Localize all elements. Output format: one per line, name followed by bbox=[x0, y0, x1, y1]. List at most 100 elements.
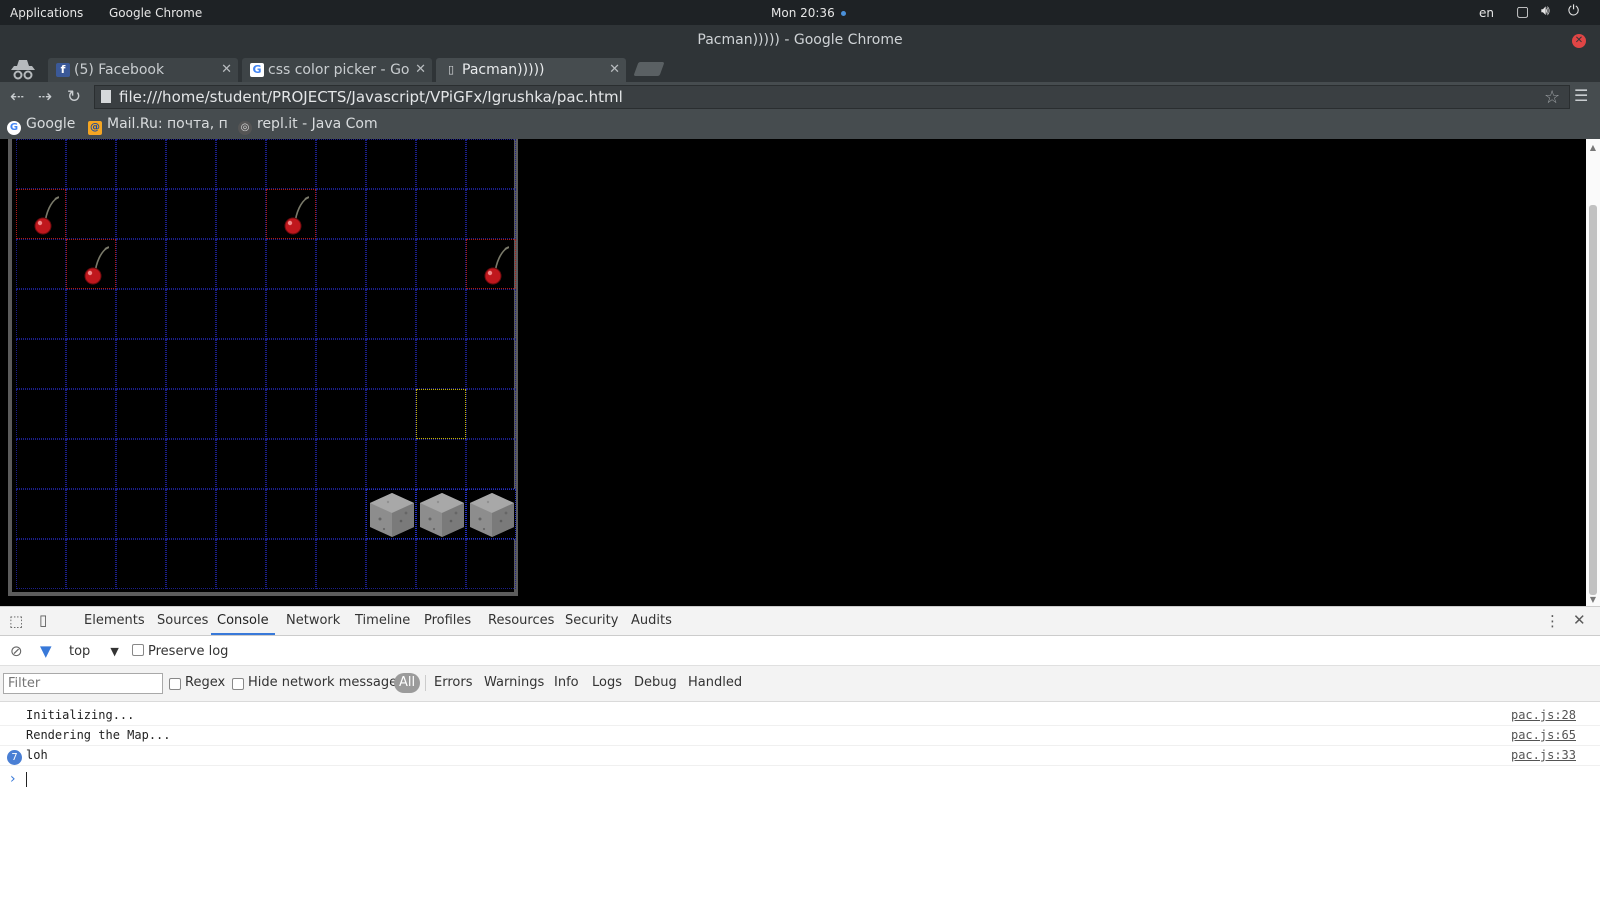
game-board[interactable] bbox=[8, 139, 518, 596]
console-toolbar bbox=[0, 636, 1600, 666]
tab-close-icon[interactable]: ✕ bbox=[221, 58, 232, 82]
grid-cell bbox=[366, 139, 416, 189]
chrome-menu-icon[interactable]: ☰ bbox=[1574, 86, 1588, 105]
new-tab-button[interactable] bbox=[633, 62, 665, 76]
tab-console[interactable]: Console bbox=[211, 607, 275, 635]
console-source-link[interactable]: pac.js:28 bbox=[1511, 708, 1576, 722]
console-input[interactable] bbox=[26, 772, 27, 787]
grid-cell bbox=[416, 239, 466, 289]
app-menu[interactable]: Google Chrome bbox=[109, 6, 202, 20]
tab-elements[interactable]: Elements bbox=[84, 607, 145, 635]
grid-cell bbox=[416, 289, 466, 339]
back-icon[interactable]: ⇠ bbox=[6, 86, 28, 108]
console-filter-input[interactable] bbox=[3, 673, 163, 694]
address-bar[interactable]: file:///home/student/PROJECTS/Javascript… bbox=[94, 85, 1570, 109]
tab-pacman[interactable]: ▯ Pacman))))) ✕ bbox=[436, 58, 626, 82]
bookmark-mailru[interactable]: @ Mail.Ru: почта, п bbox=[88, 116, 228, 135]
level-errors-button[interactable]: Errors bbox=[434, 675, 472, 690]
filter-icon[interactable]: ▼ bbox=[40, 642, 52, 660]
keyboard-layout[interactable]: en bbox=[1479, 6, 1494, 20]
repeat-count-badge: 7 bbox=[7, 750, 22, 765]
grid-cell bbox=[16, 289, 66, 339]
page-scrollbar-thumb[interactable] bbox=[1589, 205, 1597, 595]
more-options-icon[interactable]: ⋮ bbox=[1545, 612, 1560, 630]
page-icon: ▯ bbox=[447, 63, 455, 76]
scroll-up-icon[interactable]: ▲ bbox=[1588, 144, 1598, 152]
cherry-icon bbox=[279, 196, 310, 236]
google-icon: G bbox=[250, 63, 264, 77]
grid-cell bbox=[266, 489, 316, 539]
tab-profiles[interactable]: Profiles bbox=[424, 607, 471, 635]
clock[interactable]: Mon 20:36 bbox=[771, 6, 846, 20]
preserve-log-checkbox[interactable] bbox=[132, 644, 144, 656]
grid-cell bbox=[216, 389, 266, 439]
grid-cell bbox=[166, 239, 216, 289]
level-warnings-button[interactable]: Warnings bbox=[484, 675, 544, 690]
close-devtools-icon[interactable]: ✕ bbox=[1573, 611, 1586, 629]
tab-css-color-picker[interactable]: G css color picker - Go ✕ bbox=[242, 58, 432, 82]
grid-cell bbox=[416, 339, 466, 389]
grid-cell bbox=[66, 539, 116, 589]
grid-cell bbox=[116, 439, 166, 489]
inspect-element-icon[interactable]: ⬚ bbox=[9, 612, 23, 630]
regex-checkbox[interactable] bbox=[169, 678, 181, 690]
context-select[interactable]: top ▼ bbox=[69, 644, 119, 659]
grid-cell bbox=[416, 439, 466, 489]
hide-network-checkbox[interactable] bbox=[232, 678, 244, 690]
tab-timeline[interactable]: Timeline bbox=[355, 607, 410, 635]
tab-security[interactable]: Security bbox=[565, 607, 618, 635]
level-debug-button[interactable]: Debug bbox=[634, 675, 677, 690]
incognito-icon bbox=[8, 58, 38, 80]
grid-cell bbox=[316, 189, 366, 239]
cherry-cell bbox=[66, 239, 116, 289]
stone-block-icon bbox=[418, 491, 466, 539]
grid-cell bbox=[366, 189, 416, 239]
tab-network[interactable]: Network bbox=[286, 607, 340, 635]
tab-close-icon[interactable]: ✕ bbox=[415, 58, 426, 82]
grid-cell bbox=[466, 189, 516, 239]
power-icon[interactable]: ⏻ bbox=[1568, 3, 1579, 19]
console-message: Initializing... pac.js:28 bbox=[0, 705, 1600, 726]
grid-cell bbox=[166, 489, 216, 539]
tab-sources[interactable]: Sources bbox=[157, 607, 208, 635]
bookmark-star-icon[interactable]: ☆ bbox=[1544, 87, 1560, 108]
bookmark-replit[interactable]: ◎ repl.it - Java Com bbox=[238, 116, 378, 135]
forward-icon[interactable]: ⇢ bbox=[34, 86, 56, 108]
cherry-icon bbox=[29, 196, 60, 236]
level-handled-button[interactable]: Handled bbox=[688, 675, 742, 690]
bookmark-google[interactable]: G Google bbox=[7, 116, 75, 135]
window-close-icon[interactable]: ✕ bbox=[1572, 34, 1586, 48]
level-all-button[interactable]: All bbox=[394, 673, 420, 693]
grid-cell bbox=[116, 139, 166, 189]
reload-icon[interactable]: ↻ bbox=[63, 86, 85, 108]
grid-cell bbox=[216, 539, 266, 589]
mailru-icon: @ bbox=[88, 121, 102, 135]
device-toolbar-icon[interactable]: ▯ bbox=[39, 611, 47, 629]
stone-wall-cell bbox=[366, 489, 416, 539]
bookmark-label: repl.it - Java Com bbox=[257, 116, 378, 132]
volume-icon[interactable]: 🔊︎ bbox=[1541, 3, 1550, 19]
clear-console-icon[interactable]: ⊘ bbox=[10, 642, 23, 660]
scroll-down-icon[interactable]: ▼ bbox=[1588, 596, 1598, 604]
cherry-cell bbox=[466, 239, 516, 289]
level-info-button[interactable]: Info bbox=[554, 675, 579, 690]
tab-facebook[interactable]: f (5) Facebook ✕ bbox=[48, 58, 238, 82]
grid-cell bbox=[16, 239, 66, 289]
grid-cell bbox=[266, 389, 316, 439]
tab-audits[interactable]: Audits bbox=[631, 607, 672, 635]
grid-cell bbox=[416, 539, 466, 589]
console-source-link[interactable]: pac.js:65 bbox=[1511, 728, 1576, 742]
tab-resources[interactable]: Resources bbox=[488, 607, 554, 635]
level-logs-button[interactable]: Logs bbox=[592, 675, 622, 690]
window-overview-icon[interactable]: ▢ bbox=[1516, 4, 1529, 20]
grid-cell bbox=[416, 189, 466, 239]
cherry-icon bbox=[479, 246, 510, 286]
tab-strip bbox=[0, 55, 1600, 82]
grid-cell bbox=[66, 339, 116, 389]
grid-cell bbox=[16, 339, 66, 389]
console-source-link[interactable]: pac.js:33 bbox=[1511, 748, 1576, 762]
applications-menu[interactable]: Applications bbox=[10, 6, 83, 20]
grid-cell bbox=[466, 539, 516, 589]
grid-cell bbox=[216, 139, 266, 189]
tab-close-icon[interactable]: ✕ bbox=[609, 58, 620, 82]
